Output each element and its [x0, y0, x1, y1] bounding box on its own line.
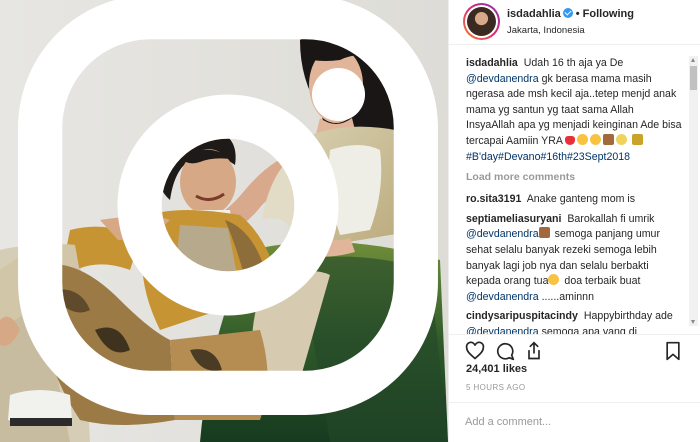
- comment-user[interactable]: ro.sita3191: [466, 193, 521, 205]
- comment-item: septiameliasuryani Barokallah fi umrik @…: [466, 212, 685, 306]
- comment-item: ro.sita3191 Anake ganteng mom is: [466, 192, 685, 208]
- scrollbar-thumb[interactable]: [690, 66, 697, 90]
- party-emoji-icon: [632, 133, 644, 145]
- following-button[interactable]: Following: [583, 8, 634, 20]
- instagram-post: isdadahlia • Following Jakarta, Indonesia …: [0, 0, 700, 442]
- avatar-ring: [465, 5, 498, 38]
- post-timestamp: 5 HOURS AGO: [466, 383, 526, 392]
- load-more-comments-button[interactable]: Load more comments: [466, 171, 685, 183]
- post-location[interactable]: Jakarta, Indonesia: [507, 25, 585, 36]
- verified-badge-icon: [562, 8, 573, 18]
- caption: isdadahlia Udah 16 th aja ya De @devdane…: [466, 56, 685, 165]
- scroll-down-arrow-icon[interactable]: [691, 320, 695, 324]
- caption-text-a: Udah 16 th aja ya De: [523, 57, 624, 69]
- comment-text-a: Happybirthday ade: [583, 310, 673, 323]
- comment-mention[interactable]: @devdanendra: [466, 228, 539, 240]
- comment-text: Anake ganteng mom is: [526, 193, 636, 206]
- separator-dot: •: [575, 8, 580, 20]
- comment-user[interactable]: septiameliasuryani: [466, 213, 561, 225]
- comment-mention[interactable]: @devdanendra: [466, 326, 539, 334]
- caption-hashtags[interactable]: #B'day#Devano#16th#23Sept2018: [466, 151, 630, 163]
- comment-item: cindysaripuspitacindy Happybirthday ade …: [466, 309, 685, 334]
- comment-text-c: doa terbaik buat: [564, 275, 641, 288]
- cake-emoji-icon: [603, 133, 615, 145]
- comment-mention[interactable]: @devdanendra: [466, 291, 539, 303]
- caption-mention[interactable]: @devdanendra: [466, 73, 539, 85]
- avatar-image: [467, 7, 496, 36]
- instagram-icon: [18, 0, 438, 415]
- cake-emoji-icon: [538, 227, 550, 239]
- avatar[interactable]: [463, 3, 500, 40]
- smile-emoji-icon: [590, 133, 602, 145]
- add-comment-bar: [449, 402, 700, 442]
- scroll-up-arrow-icon[interactable]: [691, 58, 695, 62]
- face-emoji-icon: [577, 133, 589, 145]
- comment-user[interactable]: cindysaripuspitacindy: [466, 310, 578, 322]
- post-side-panel: isdadahlia • Following Jakarta, Indonesia …: [448, 0, 700, 442]
- comment-input[interactable]: [465, 411, 685, 433]
- face-emoji-icon: [548, 274, 560, 286]
- share-icon[interactable]: [524, 341, 544, 361]
- comment-icon[interactable]: [495, 341, 515, 361]
- comment-text-d: ......aminnn: [541, 290, 594, 303]
- comments-scrollbar[interactable]: [689, 56, 698, 326]
- heart-icon[interactable]: [465, 341, 485, 361]
- post-actions: [449, 334, 700, 364]
- like-count[interactable]: 24,401 likes: [466, 363, 527, 375]
- post-header: isdadahlia • Following Jakarta, Indonesia: [449, 0, 700, 45]
- heart-emoji-icon: [565, 135, 576, 145]
- comments-list[interactable]: isdadahlia Udah 16 th aja ya De @devdane…: [449, 46, 700, 334]
- post-photo[interactable]: [0, 0, 448, 442]
- author-handle[interactable]: isdadahlia: [507, 8, 561, 20]
- tree-emoji-icon: [616, 133, 628, 145]
- caption-user[interactable]: isdadahlia: [466, 57, 518, 69]
- author-row: isdadahlia • Following: [507, 8, 634, 20]
- bookmark-icon[interactable]: [663, 341, 683, 361]
- comment-text-a: Barokallah fi umrik: [567, 212, 655, 225]
